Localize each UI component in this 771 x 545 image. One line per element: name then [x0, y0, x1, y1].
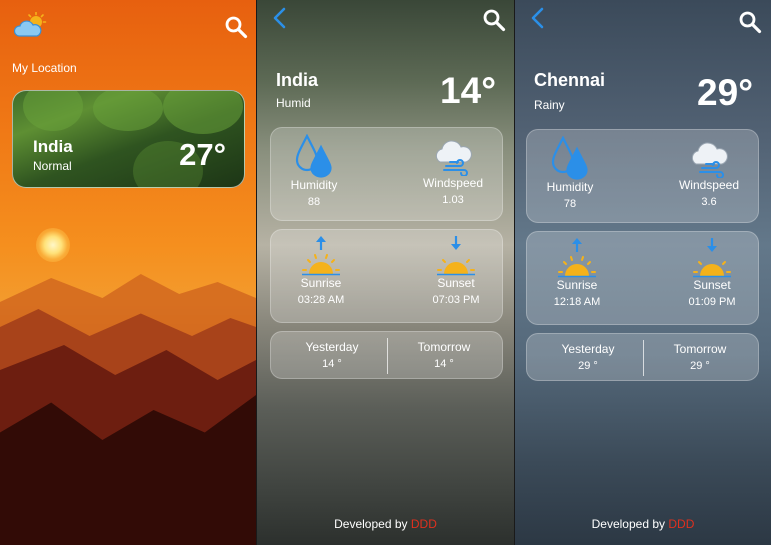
search-icon[interactable]	[738, 10, 762, 34]
detail-screen-india: India Humid 14° Humidity 88 Windspeed 1.…	[257, 0, 514, 545]
sunset-label: Sunset	[437, 276, 475, 290]
search-icon[interactable]	[224, 15, 248, 39]
current-temperature: 14°	[440, 70, 496, 111]
windspeed-value: 3.6	[701, 196, 717, 208]
windspeed-value: 1.03	[442, 194, 464, 206]
location-card[interactable]: India Normal 27°	[12, 90, 245, 188]
tomorrow-value: 29 °	[690, 360, 710, 372]
sunset-icon	[693, 238, 731, 278]
developer-credit: Developed by DDD	[515, 517, 771, 531]
sunrise-value: 03:28 AM	[297, 294, 345, 306]
search-icon[interactable]	[482, 8, 506, 32]
sunset-cell: Sunset 01:09 PM	[672, 238, 752, 308]
home-screen: My Location India Normal 27°	[0, 0, 256, 545]
wind-cloud-icon	[691, 142, 728, 178]
weather-logo-icon	[14, 12, 47, 37]
sunrise-cell: Sunrise 12:18 AM	[537, 238, 617, 308]
sunset-cell: Sunset 07:03 PM	[416, 236, 496, 306]
developer-credit: Developed by DDD	[257, 517, 514, 531]
back-arrow-icon[interactable]	[527, 6, 549, 30]
sunset-value: 01:09 PM	[688, 296, 736, 308]
windspeed-label: Windspeed	[422, 176, 484, 190]
divider	[387, 338, 388, 374]
yesterday-cell: Yesterday 29 °	[543, 342, 633, 372]
city-name: Chennai	[534, 70, 606, 90]
sun-times-panel: Sunrise 12:18 AM Sunset 01:09 PM	[526, 231, 759, 325]
detail-screen-chennai: Chennai Rainy 29° Humidity 78 Windspeed …	[515, 0, 771, 545]
water-drops-icon	[295, 134, 332, 178]
tomorrow-label: Tomorrow	[417, 340, 471, 354]
sunset-label: Sunset	[693, 278, 731, 292]
weather-condition: Humid	[276, 96, 311, 110]
credit-brand-link[interactable]: DDD	[411, 517, 437, 531]
humidity-label: Humidity	[546, 180, 594, 194]
location-country: India	[33, 137, 73, 156]
sun-times-panel: Sunrise 03:28 AM Sunset 07:03 PM	[270, 229, 503, 323]
yesterday-label: Yesterday	[561, 342, 615, 356]
yesterday-value: 14 °	[322, 358, 342, 370]
windspeed-cell: Windspeed 3.6	[667, 140, 751, 208]
location-condition: Normal	[33, 159, 72, 173]
humidity-cell: Humidity 78	[535, 136, 605, 210]
sunset-icon	[437, 236, 475, 276]
sunrise-value: 12:18 AM	[553, 296, 601, 308]
credit-brand-link[interactable]: DDD	[668, 517, 694, 531]
yesterday-tomorrow-panel: Yesterday 29 ° Tomorrow 29 °	[526, 333, 759, 381]
yesterday-cell: Yesterday 14 °	[287, 340, 377, 370]
yesterday-tomorrow-panel: Yesterday 14 ° Tomorrow 14 °	[270, 331, 503, 379]
tomorrow-cell: Tomorrow 14 °	[399, 340, 489, 370]
humidity-label: Humidity	[290, 178, 338, 192]
credit-prefix: Developed by	[591, 517, 666, 531]
sunrise-label: Sunrise	[300, 276, 342, 290]
sunset-sun-decoration	[36, 228, 70, 262]
divider	[643, 340, 644, 376]
back-arrow-icon[interactable]	[269, 6, 291, 30]
humidity-value: 78	[563, 198, 577, 210]
credit-prefix: Developed by	[334, 517, 408, 531]
location-temperature: 27°	[179, 137, 226, 172]
humidity-value: 88	[307, 196, 321, 208]
sunset-value: 07:03 PM	[432, 294, 480, 306]
humidity-cell: Humidity 88	[279, 134, 349, 208]
sunrise-icon	[558, 238, 596, 278]
yesterday-value: 29 °	[578, 360, 598, 372]
windspeed-label: Windspeed	[678, 178, 740, 192]
tomorrow-label: Tomorrow	[673, 342, 727, 356]
sunrise-icon	[302, 236, 340, 276]
humidity-wind-panel: Humidity 78 Windspeed 3.6	[526, 129, 759, 223]
water-drops-icon	[551, 136, 588, 180]
city-name: India	[276, 70, 319, 90]
tomorrow-value: 14 °	[434, 358, 454, 370]
humidity-wind-panel: Humidity 88 Windspeed 1.03	[270, 127, 503, 221]
windspeed-cell: Windspeed 1.03	[411, 138, 495, 206]
wind-cloud-icon	[435, 140, 472, 176]
weather-condition: Rainy	[534, 98, 565, 112]
sunrise-cell: Sunrise 03:28 AM	[281, 236, 361, 306]
current-temperature: 29°	[697, 72, 753, 113]
sunrise-label: Sunrise	[556, 278, 598, 292]
yesterday-label: Yesterday	[305, 340, 359, 354]
my-location-label: My Location	[12, 61, 77, 75]
tomorrow-cell: Tomorrow 29 °	[655, 342, 745, 372]
